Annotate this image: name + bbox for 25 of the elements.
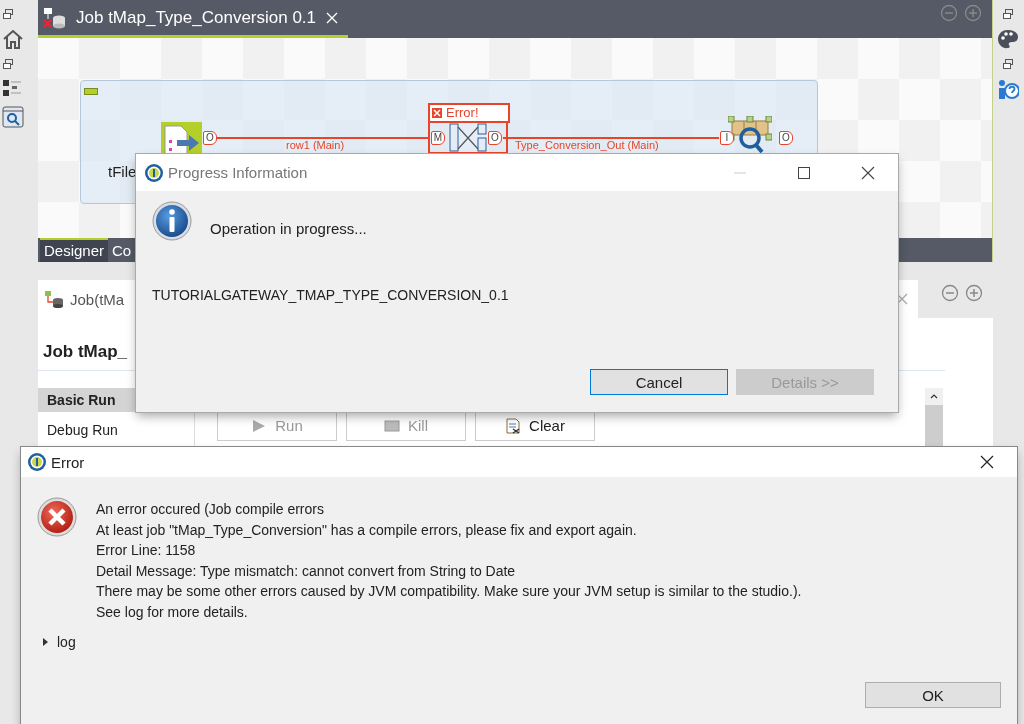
- link-label: Type_Conversion_Out (Main): [515, 140, 659, 151]
- dialog-button[interactable]: Cancel: [590, 369, 728, 395]
- error-message: Detail Message: Type mismatch: cannot convert from String to Date: [96, 561, 517, 581]
- error-text: Error!: [446, 106, 479, 120]
- error-message: Error Line: 1158: [96, 541, 197, 560]
- port-label: O: [779, 131, 793, 145]
- link-label: row1 (Main): [286, 140, 345, 151]
- port-label: I: [720, 131, 734, 145]
- status-message: Operation in progress...: [210, 219, 367, 239]
- port-label: M: [431, 131, 445, 145]
- error-message: An error occured (Job compile errors: [96, 500, 325, 519]
- dialog-title: Error: [51, 453, 85, 471]
- run-mode-item[interactable]: Debug Run: [38, 418, 194, 442]
- editor-tab[interactable]: Co: [108, 240, 136, 262]
- ok-button[interactable]: OK: [865, 682, 1001, 708]
- port-label: O: [488, 131, 502, 145]
- error-message: At least job "tMap_Type_Conversion" has a compile errors, please fix and export again.: [96, 520, 638, 540]
- dialog-title: Progress Information: [168, 164, 308, 181]
- component-label: tFile: [108, 163, 137, 180]
- log-toggle[interactable]: log: [57, 634, 76, 650]
- error-message: There may be some other errors caused by JVM compatibility. Make sure your JVM setup is similar to the studio.).: [96, 582, 802, 601]
- error-message: See log for more details.: [96, 602, 249, 622]
- job-name: TUTORIALGATEWAY_TMAP_TYPE_CONVERSION_0.1: [152, 287, 510, 303]
- editor-tab[interactable]: Designer: [40, 237, 109, 262]
- port-label: O: [203, 131, 217, 145]
